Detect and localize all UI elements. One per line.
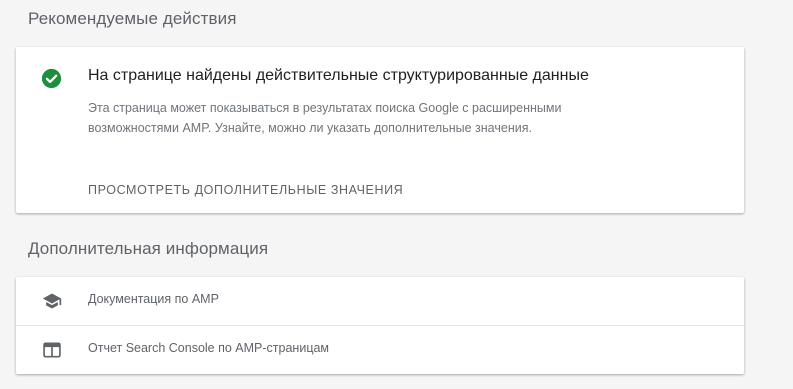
view-additional-values-button[interactable]: ПРОСМОТРЕТЬ ДОПОЛНИТЕЛЬНЫЕ ЗНАЧЕНИЯ: [88, 183, 403, 197]
web-report-icon: [43, 342, 61, 358]
result-title: На странице найдены действительные струк…: [88, 67, 589, 84]
result-description: Эта страница может показываться в резуль…: [88, 101, 562, 135]
additional-info-card: Документация по AMP Отчет Search Console…: [16, 277, 744, 374]
amp-documentation-link[interactable]: Документация по AMP: [16, 277, 744, 326]
section-title-recommended: Рекомендуемые действия: [28, 9, 237, 28]
page: Рекомендуемые действия На странице найде…: [0, 0, 793, 389]
amp-documentation-label: Документация по AMP: [88, 292, 219, 306]
search-console-amp-report-link[interactable]: Отчет Search Console по AMP-страницам: [16, 326, 744, 374]
school-icon: [42, 293, 62, 309]
section-title-additional: Дополнительная информация: [28, 239, 269, 258]
recommended-actions-card: На странице найдены действительные струк…: [16, 47, 744, 213]
search-console-amp-report-label: Отчет Search Console по AMP-страницам: [88, 341, 330, 355]
check-circle-icon: [41, 68, 62, 89]
